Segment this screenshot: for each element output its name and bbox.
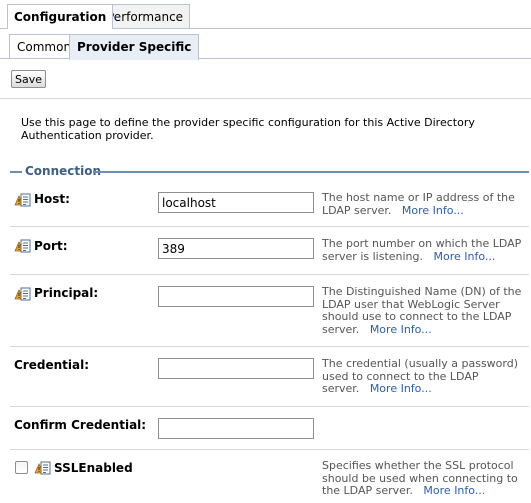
- save-button[interactable]: Save: [11, 70, 46, 88]
- port-more-info-link[interactable]: More Info...: [434, 250, 496, 263]
- principal-help: The Distinguished Name (DN) of the LDAP …: [322, 285, 522, 336]
- ssl-enabled-help: Specifies whether the SSL protocol shoul…: [322, 459, 518, 497]
- config-change-restart-icon: [14, 239, 31, 253]
- host-more-info-link[interactable]: More Info...: [402, 204, 464, 217]
- confirm-credential-label: Confirm Credential:: [14, 418, 147, 432]
- host-label: Host:: [34, 192, 70, 206]
- row-divider: [10, 346, 529, 347]
- port-input[interactable]: [158, 238, 314, 259]
- section-title-connection: Connection: [25, 164, 102, 178]
- credential-more-info-link[interactable]: More Info...: [370, 382, 432, 395]
- toolbar-divider: [0, 98, 531, 99]
- section-rule-left: [10, 171, 22, 173]
- credential-label: Credential:: [14, 358, 89, 372]
- port-help: The port number on which the LDAP server…: [322, 237, 522, 263]
- row-divider: [10, 449, 529, 450]
- principal-input[interactable]: [158, 286, 314, 307]
- host-help: The host name or IP address of the LDAP …: [322, 191, 515, 217]
- host-input[interactable]: [158, 192, 314, 213]
- row-divider: [10, 226, 529, 227]
- tab-performance[interactable]: Performance: [100, 4, 191, 28]
- confirm-credential-input[interactable]: [158, 418, 314, 439]
- ssl-enabled-checkbox[interactable]: [15, 461, 28, 474]
- principal-label: Principal:: [34, 286, 99, 300]
- page-description: Use this page to define the provider spe…: [21, 116, 475, 142]
- principal-more-info-link[interactable]: More Info...: [370, 323, 432, 336]
- ssl-enabled-more-info-link[interactable]: More Info...: [423, 484, 485, 497]
- port-label: Port:: [34, 239, 68, 253]
- credential-help: The credential (usually a password) used…: [322, 357, 519, 395]
- tab-provider-specific[interactable]: Provider Specific: [69, 34, 200, 60]
- row-divider: [10, 406, 529, 407]
- config-change-restart-icon: [14, 287, 31, 301]
- ssl-enabled-label: SSLEnabled: [54, 461, 133, 475]
- tab-configuration[interactable]: Configuration: [7, 4, 114, 29]
- row-divider: [10, 274, 529, 275]
- credential-input[interactable]: [158, 358, 314, 379]
- section-rule-right: [93, 171, 529, 173]
- config-change-restart-icon: [34, 461, 51, 475]
- config-change-restart-icon: [14, 193, 31, 207]
